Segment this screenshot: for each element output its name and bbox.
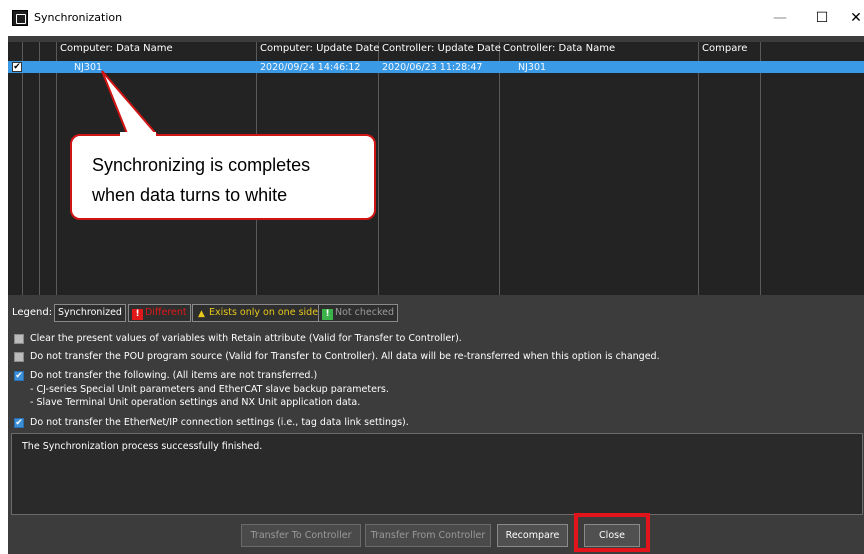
callout-line-2: when data turns to white [92, 185, 288, 205]
option-label: Clear the present values of variables wi… [30, 333, 462, 344]
option-label: Do not transfer the EtherNet/IP connecti… [30, 417, 409, 428]
message-box: The Synchronization process successfully… [11, 433, 863, 515]
legend-one-side: ▲ Exists only on one side [192, 304, 323, 322]
minimize-button[interactable]: — [766, 8, 794, 28]
clear-retain-checkbox[interactable] [14, 334, 24, 344]
legend-label: Legend: [12, 307, 53, 318]
callout-line-1: Synchronizing is completes [92, 155, 311, 175]
status-message: The Synchronization process successfully… [22, 441, 263, 452]
transfer-from-controller-button[interactable]: Transfer From Controller [365, 524, 491, 547]
option-sub-line: - CJ-series Special Unit parameters and … [30, 384, 389, 395]
no-pou-source-checkbox[interactable] [14, 352, 24, 362]
close-button-highlight [574, 513, 650, 552]
different-icon: ! [132, 309, 143, 320]
legend-not-checked: ! Not checked [318, 304, 399, 322]
legend-one-side-label: Exists only on one side [209, 307, 319, 318]
legend-different: ! Different [128, 304, 191, 322]
title-bar: Synchronization — ☐ ✕ [0, 0, 864, 36]
no-ethernet-ip-checkbox[interactable]: ✔ [14, 418, 24, 428]
legend: Legend: Synchronized ! Different ▲ Exists … [8, 303, 864, 325]
window-title: Synchronization [34, 11, 123, 24]
annotation-callout: Synchronizing is completes when data tur… [70, 134, 376, 220]
app-icon [12, 10, 28, 26]
callout-pointer-cover [120, 132, 156, 140]
warning-icon: ▲ [198, 309, 205, 319]
callout-text: Synchronizing is completes when data tur… [92, 150, 310, 210]
no-transfer-following-checkbox[interactable]: ✔ [14, 371, 24, 381]
option-label: Do not transfer the POU program source (… [30, 351, 660, 362]
sync-dialog: Computer: Data Name Computer: Update Dat… [8, 36, 864, 554]
transfer-to-controller-button[interactable]: Transfer To Controller [241, 524, 361, 547]
option-sub-line: - Slave Terminal Unit operation settings… [30, 397, 361, 408]
maximize-button[interactable]: ☐ [808, 8, 836, 28]
legend-different-label: Different [145, 307, 187, 318]
legend-synchronized: Synchronized [54, 304, 126, 322]
legend-not-checked-label: Not checked [335, 307, 395, 318]
not-checked-icon: ! [322, 309, 333, 320]
option-label: Do not transfer the following. (All item… [30, 370, 318, 381]
close-window-button[interactable]: ✕ [842, 8, 864, 28]
recompare-button[interactable]: Recompare [497, 524, 568, 547]
